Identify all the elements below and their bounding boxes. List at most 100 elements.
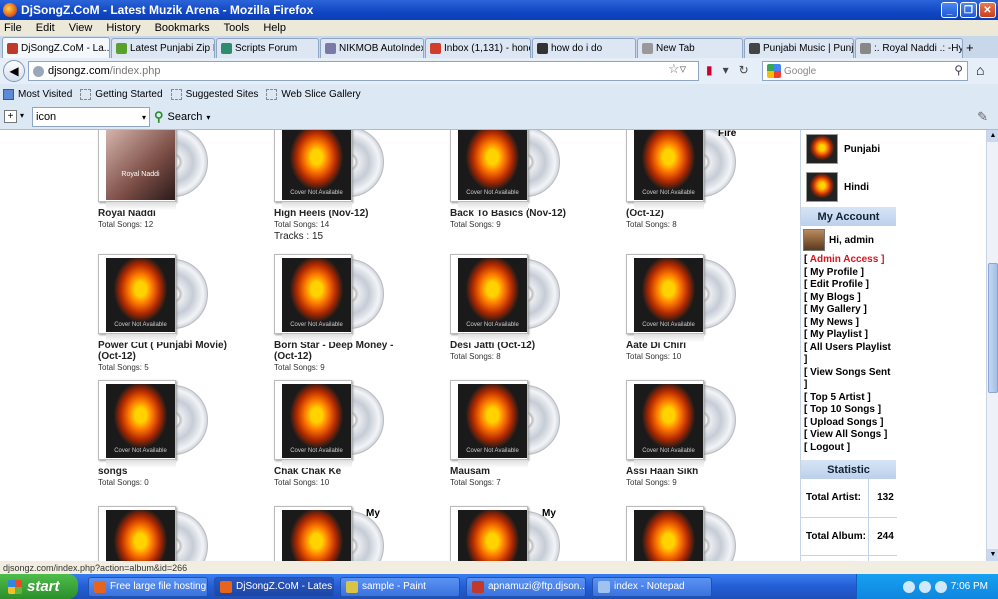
toolbar-search-input[interactable]: icon ▾	[32, 107, 150, 127]
album-card[interactable]: (Oct-12)Total Songs: 8	[626, 130, 796, 229]
album-card[interactable]	[450, 506, 620, 561]
minimize-button[interactable]: _	[941, 2, 958, 18]
category-punjabi[interactable]: Punjabi	[801, 130, 896, 168]
account-link[interactable]: [ Logout ]	[804, 442, 896, 455]
album-cover[interactable]	[626, 130, 736, 210]
account-link[interactable]: [ My Gallery ]	[804, 304, 896, 317]
taskbar-task[interactable]: Free large file hosting...	[88, 576, 208, 597]
account-link[interactable]: ]	[804, 379, 896, 392]
bookmark-web-slice-gallery[interactable]: Web Slice Gallery	[266, 88, 361, 100]
album-card[interactable]: Royal NaddiTotal Songs: 12	[98, 130, 268, 229]
album-card[interactable]: Aate Di ChiriTotal Songs: 10	[626, 254, 796, 361]
album-card[interactable]	[274, 506, 444, 561]
menu-edit[interactable]: Edit	[36, 22, 55, 34]
menu-tools[interactable]: Tools	[224, 22, 250, 34]
tab-2[interactable]: Latest Punjabi Zip Fil...	[111, 38, 215, 58]
album-title[interactable]: Power Cut ( Punjabi Movie) (Oct-12)	[98, 340, 228, 362]
album-cover[interactable]	[98, 380, 208, 468]
album-card[interactable]: MausamTotal Songs: 7	[450, 380, 620, 487]
account-link[interactable]: [ Admin Access ]	[804, 254, 896, 267]
scroll-up-icon[interactable]: ▲	[987, 130, 998, 142]
album-cover[interactable]	[98, 506, 208, 561]
taskbar-task[interactable]: sample - Paint	[340, 576, 460, 597]
account-link[interactable]: [ Top 10 Songs ]	[804, 404, 896, 417]
tab-5[interactable]: Inbox (1,131) - hone...	[425, 38, 531, 58]
account-link[interactable]: [ My Profile ]	[804, 267, 896, 280]
back-button[interactable]: ◀	[3, 60, 25, 82]
vertical-scrollbar[interactable]: ▲ ▼	[986, 130, 998, 561]
web-search-input[interactable]: Google ⚲	[762, 61, 968, 81]
album-title[interactable]: Born Star - Deep Money - (Oct-12)	[274, 340, 404, 362]
album-cover[interactable]	[626, 380, 736, 468]
help-icon[interactable]	[902, 580, 915, 593]
url-bar[interactable]: djsongz.com/index.php	[28, 61, 699, 81]
album-card[interactable]: Assi Haan SikhTotal Songs: 9	[626, 380, 796, 487]
album-card[interactable]: Back To Basics (Nov-12)Total Songs: 9	[450, 130, 620, 229]
account-link[interactable]: ]	[804, 354, 896, 367]
album-cover[interactable]	[450, 380, 560, 468]
menu-bookmarks[interactable]: Bookmarks	[155, 22, 210, 34]
album-cover[interactable]	[450, 130, 560, 210]
home-icon[interactable]: ⌂	[976, 62, 984, 78]
dropdown-icon[interactable]: ▾	[723, 63, 729, 77]
album-cover[interactable]	[450, 506, 560, 561]
album-cover[interactable]	[274, 130, 384, 210]
search-icon[interactable]: ⚲	[954, 63, 963, 77]
account-link[interactable]: [ View All Songs ]	[804, 429, 896, 442]
menu-view[interactable]: View	[69, 22, 93, 34]
album-cover[interactable]	[274, 506, 384, 561]
album-cover[interactable]	[626, 506, 736, 561]
scroll-down-icon[interactable]: ▼	[987, 549, 998, 561]
account-link[interactable]: [ My News ]	[804, 317, 896, 330]
tab-9[interactable]: :. Royal Naddi .: -Hy...	[855, 38, 963, 58]
album-cover[interactable]	[98, 254, 208, 342]
menu-help[interactable]: Help	[263, 22, 286, 34]
album-card[interactable]	[626, 506, 796, 561]
tab-8[interactable]: Punjabi Music | Punja...	[744, 38, 854, 58]
bookmark-star-icon[interactable]: ☆▿	[668, 61, 686, 77]
new-tab-button[interactable]: +	[966, 40, 982, 55]
album-card[interactable]: Chak Chak KeTotal Songs: 10	[274, 380, 444, 487]
album-card[interactable]: High Heels (Nov-12)Total Songs: 14Tracks…	[274, 130, 444, 242]
tab-1[interactable]: DjSongZ.CoM - La...	[2, 37, 110, 58]
network-icon[interactable]	[934, 580, 947, 593]
album-card[interactable]: songsTotal Songs: 0	[98, 380, 268, 487]
maximize-button[interactable]: ❐	[960, 2, 977, 18]
album-card[interactable]: Power Cut ( Punjabi Movie) (Oct-12)Total…	[98, 254, 268, 372]
tab-7[interactable]: New Tab	[637, 38, 743, 58]
album-cover[interactable]	[626, 254, 736, 342]
toolbar-dropdown-icon[interactable]: ▾	[20, 111, 24, 120]
add-icon[interactable]: +	[4, 110, 17, 123]
account-link[interactable]: [ View Songs Sent	[804, 367, 896, 380]
close-button[interactable]: ✕	[979, 2, 996, 18]
account-link[interactable]: [ Top 5 Artist ]	[804, 392, 896, 405]
tab-6[interactable]: how do i do	[532, 38, 636, 58]
bookmark-most-visited[interactable]: Most Visited	[3, 88, 72, 100]
album-card[interactable]: Born Star - Deep Money - (Oct-12)Total S…	[274, 254, 444, 372]
site-identity-icon[interactable]	[33, 65, 44, 77]
account-link[interactable]: [ My Playlist ]	[804, 329, 896, 342]
addon-icon[interactable]: ▮	[706, 63, 713, 77]
scrollbar-thumb[interactable]	[988, 263, 998, 393]
chevron-down-icon[interactable]: ▾	[142, 113, 146, 122]
menu-file[interactable]: File	[4, 22, 22, 34]
bookmark-getting-started[interactable]: Getting Started	[80, 88, 163, 100]
tab-4[interactable]: NIKMOB AutoIndex - ...	[320, 38, 424, 58]
menu-history[interactable]: History	[106, 22, 140, 34]
album-card[interactable]	[98, 506, 268, 561]
taskbar-task[interactable]: DjSongZ.CoM - Lates...	[214, 576, 334, 597]
taskbar-task[interactable]: apnamuzi@ftp.djson...	[466, 576, 586, 597]
start-button[interactable]: start	[0, 574, 78, 599]
reload-icon[interactable]: ↻	[739, 63, 749, 77]
album-cover[interactable]	[450, 254, 560, 342]
speaker-icon[interactable]	[918, 580, 931, 593]
tab-3[interactable]: Scripts Forum	[216, 38, 319, 58]
account-link[interactable]: [ Edit Profile ]	[804, 279, 896, 292]
admin-access-link[interactable]: Admin Access ]	[810, 254, 885, 265]
account-link[interactable]: [ My Blogs ]	[804, 292, 896, 305]
album-card[interactable]: Desi Jatti (Oct-12)Total Songs: 8	[450, 254, 620, 361]
bookmark-suggested-sites[interactable]: Suggested Sites	[170, 88, 258, 100]
taskbar-task[interactable]: index - Notepad	[592, 576, 712, 597]
album-cover[interactable]	[274, 254, 384, 342]
category-hindi[interactable]: Hindi	[801, 168, 896, 206]
